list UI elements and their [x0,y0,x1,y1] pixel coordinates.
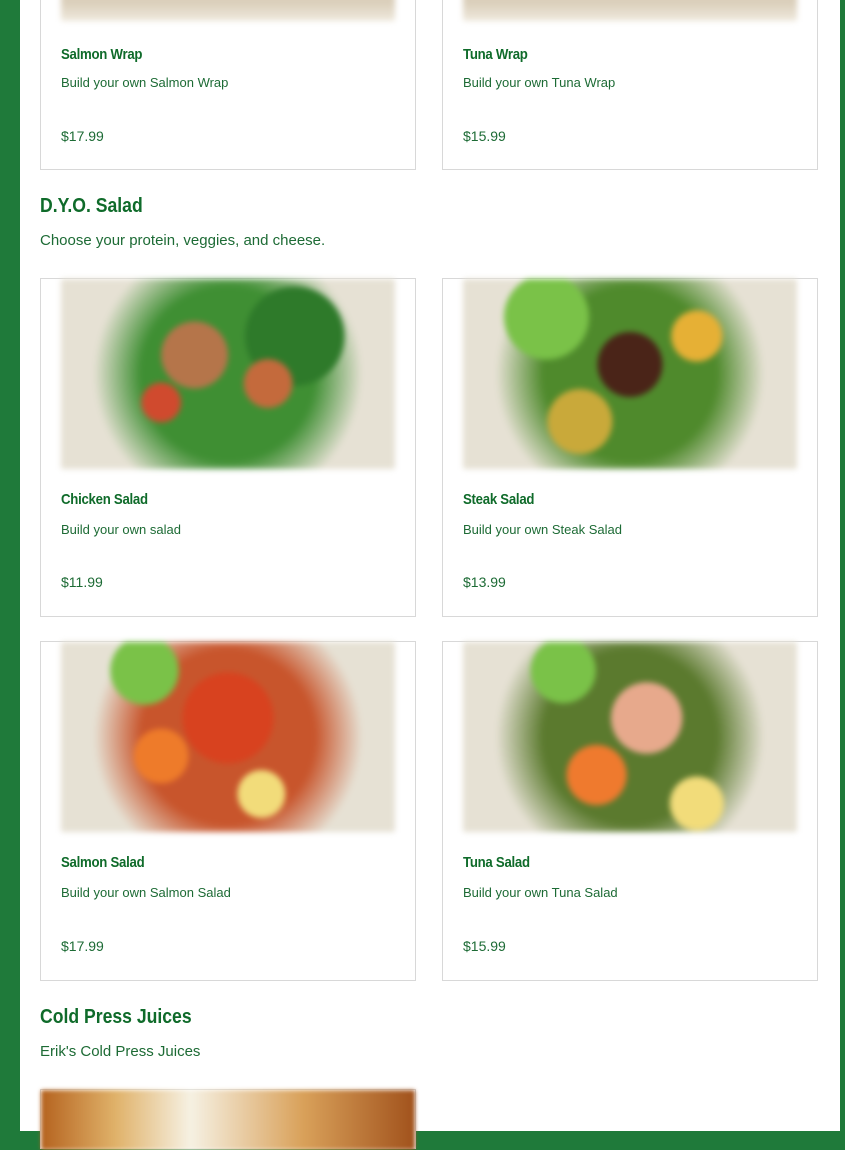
menu-item-card[interactable]: Chicken Salad Build your own salad $11.9… [40,278,416,617]
item-name: Chicken Salad [61,491,148,508]
item-description: Build your own Steak Salad [463,522,622,537]
item-photo [463,642,797,832]
menu-item-card[interactable] [40,1089,416,1150]
item-description: Build your own Tuna Salad [463,885,618,900]
item-description: Build your own salad [61,522,181,537]
item-name: Tuna Salad [463,854,530,871]
menu-item-card[interactable]: Salmon Salad Build your own Salmon Salad… [40,641,416,981]
item-photo [61,279,395,469]
item-price: $17.99 [61,938,104,954]
item-name: Tuna Wrap [463,46,528,63]
item-photo [61,642,395,832]
item-description: Build your own Salmon Wrap [61,75,229,90]
item-name: Salmon Salad [61,854,145,871]
item-price: $15.99 [463,938,506,954]
item-price: $15.99 [463,128,506,144]
item-photo [61,0,395,21]
menu-item-card[interactable]: Salmon Wrap Build your own Salmon Wrap $… [40,0,416,170]
menu-item-card[interactable]: Steak Salad Build your own Steak Salad $… [442,278,818,617]
section-title: D.Y.O. Salad [40,195,143,217]
menu-item-card[interactable]: Tuna Wrap Build your own Tuna Wrap $15.9… [442,0,818,170]
item-photo [463,279,797,469]
item-photo [463,0,797,21]
item-description: Build your own Salmon Salad [61,885,231,900]
section-description: Erik's Cold Press Juices [40,1043,201,1060]
item-name: Steak Salad [463,491,535,508]
item-price: $13.99 [463,574,506,590]
item-photo [41,1090,415,1150]
menu-page: Salmon Wrap Build your own Salmon Wrap $… [20,0,840,1150]
item-price: $11.99 [61,574,103,590]
menu-item-card[interactable]: Tuna Salad Build your own Tuna Salad $15… [442,641,818,981]
item-price: $17.99 [61,128,104,144]
item-description: Build your own Tuna Wrap [463,75,616,90]
item-name: Salmon Wrap [61,46,143,63]
section-title: Cold Press Juices [40,1006,192,1028]
section-description: Choose your protein, veggies, and cheese… [40,232,326,249]
